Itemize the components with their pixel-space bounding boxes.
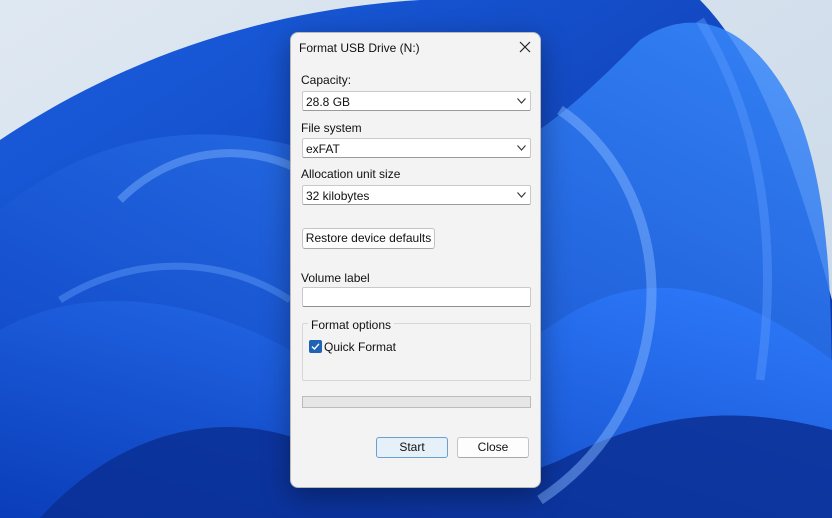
checkmark-icon [311,343,320,351]
start-button[interactable]: Start [376,437,448,458]
volume-label-label: Volume label [301,271,370,285]
file-system-value: exFAT [306,142,340,156]
dialog-title: Format USB Drive (N:) [299,41,420,55]
allocation-unit-label: Allocation unit size [301,167,401,181]
format-dialog: Format USB Drive (N:) Capacity: 28.8 GB … [290,32,541,488]
capacity-value: 28.8 GB [306,95,351,109]
close-icon [519,41,531,53]
close-button[interactable]: Close [457,437,529,458]
close-window-button[interactable] [510,33,540,63]
capacity-dropdown[interactable]: 28.8 GB [302,91,531,111]
allocation-unit-dropdown[interactable]: 32 kilobytes [302,185,531,205]
format-options-title: Format options [308,318,395,332]
quick-format-checkbox[interactable] [309,340,322,353]
chevron-down-icon [517,145,526,151]
chevron-down-icon [517,192,526,198]
format-progress-bar [302,396,531,408]
title-bar: Format USB Drive (N:) [291,33,540,63]
capacity-label: Capacity: [301,73,352,87]
file-system-label: File system [301,121,362,135]
restore-defaults-button[interactable]: Restore device defaults [302,228,435,249]
quick-format-label[interactable]: Quick Format [324,340,396,354]
chevron-down-icon [517,98,526,104]
volume-label-input[interactable] [302,287,531,307]
file-system-dropdown[interactable]: exFAT [302,138,531,158]
allocation-unit-value: 32 kilobytes [306,189,370,203]
